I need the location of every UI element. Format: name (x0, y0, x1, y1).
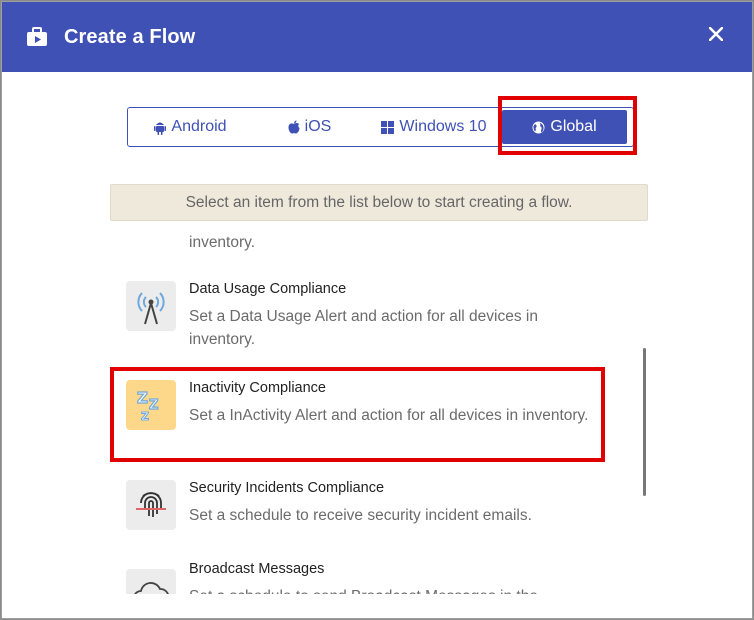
item-thumbnail (126, 281, 176, 331)
apple-icon (288, 120, 300, 134)
svg-text:Z: Z (141, 410, 149, 423)
tab-ios[interactable]: iOS (253, 108, 366, 146)
item-title: Data Usage Compliance (189, 281, 347, 297)
item-description: Set a InActivity Alert and action for al… (189, 407, 589, 424)
svg-text:Z: Z (137, 389, 148, 407)
item-title: Inactivity Compliance (189, 380, 326, 396)
tab-global-label: Global (550, 118, 597, 135)
flow-briefcase-icon (27, 27, 47, 46)
item-thumbnail (126, 569, 176, 594)
tab-windows-label: Windows 10 (399, 118, 487, 135)
item-thumbnail: Z Z Z (126, 380, 176, 430)
fingerprint-icon (136, 492, 166, 517)
close-button[interactable] (706, 24, 726, 44)
windows-icon (381, 120, 395, 134)
platform-tabs: Android iOS Windows 10 Global (127, 107, 634, 147)
svg-text:Z: Z (149, 398, 158, 413)
item-description: Set a Data Usage Alert and action for al… (189, 308, 538, 348)
android-icon (154, 122, 167, 135)
antenna-signal-icon (137, 292, 165, 325)
instruction-notice: Select an item from the list below to st… (110, 184, 648, 221)
list-item-partial-description: inventory. (189, 234, 256, 251)
item-description: Set a schedule to receive security incid… (189, 507, 532, 524)
sleep-zzz-icon: Z Z Z (136, 388, 159, 423)
tab-android[interactable]: Android (128, 108, 253, 146)
list-scrollbar[interactable] (643, 348, 646, 496)
dialog-title: Create a Flow (64, 25, 196, 48)
item-description: Set a schedule to send Broadcast Message… (189, 585, 589, 594)
item-thumbnail (126, 480, 176, 530)
tab-ios-label: iOS (304, 118, 332, 135)
item-title: Broadcast Messages (189, 561, 325, 577)
tab-windows[interactable]: Windows 10 (366, 108, 502, 146)
dialog-header: Create a Flow (2, 2, 752, 72)
globe-icon (532, 121, 545, 133)
close-icon (709, 27, 723, 41)
item-title: Security Incidents Compliance (189, 480, 385, 496)
tab-global[interactable]: Global (502, 110, 627, 144)
flow-template-list[interactable]: inventory. Data Usage Compliance Set a D… (108, 230, 648, 594)
tab-android-label: Android (171, 118, 227, 135)
cloud-icon (134, 582, 169, 594)
